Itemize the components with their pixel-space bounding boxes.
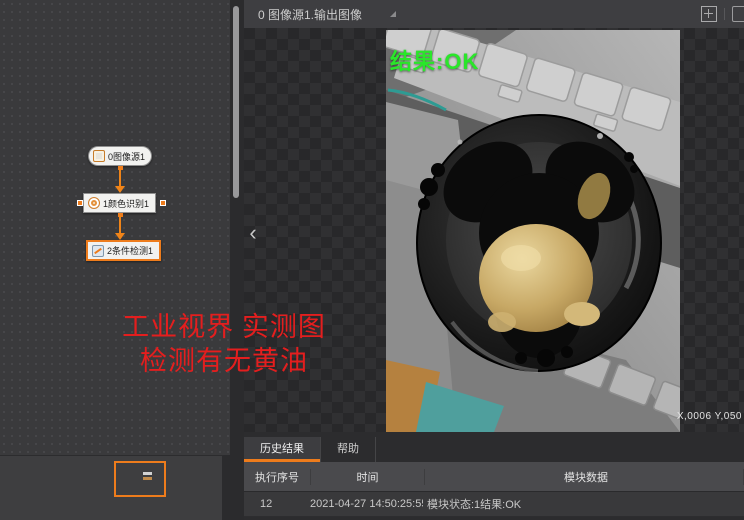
history-table-header: 执行序号 时间 模块数据 — [244, 462, 744, 492]
condition-check-icon — [92, 245, 104, 257]
history-panel: 历史结果 帮助 执行序号 时间 模块数据 12 2021-04-27 14:50… — [244, 432, 744, 520]
flowchart-panel: 0图像源1 1颜色识别1 2条件检测1 — [0, 0, 230, 520]
icon-separator — [724, 8, 725, 20]
tab-help[interactable]: 帮助 — [321, 437, 376, 462]
node-handle[interactable] — [160, 200, 166, 206]
column-header-time: 时间 — [311, 469, 425, 485]
flow-connector-line — [119, 215, 121, 235]
flow-node-label: 0图像源1 — [108, 150, 145, 163]
collapse-panel-chevron-icon[interactable]: ‹ — [244, 216, 262, 250]
image-source-icon — [93, 150, 105, 162]
flow-connector-arrowhead — [115, 186, 125, 193]
minimap-viewport[interactable] — [114, 461, 166, 497]
minimap-nodes-glyph — [143, 477, 152, 480]
inspection-photo — [386, 30, 680, 432]
app-window: 0图像源1 1颜色识别1 2条件检测1 0 图像源1. — [0, 0, 744, 520]
flow-node-color-recognition[interactable]: 1颜色识别1 — [83, 193, 156, 213]
flow-connector-line — [119, 168, 121, 188]
node-handle[interactable] — [77, 200, 83, 206]
cell-time: 2021-04-27 14:50:25:554 — [310, 498, 423, 510]
flow-node-label: 2条件检测1 — [107, 244, 153, 257]
vertical-scrollbar[interactable] — [233, 6, 239, 198]
flowchart-minimap — [0, 455, 230, 520]
viewer-tab-title[interactable]: 0 图像源1.输出图像 — [258, 6, 362, 23]
flow-node-label: 1颜色识别1 — [103, 197, 149, 210]
cell-exec-no: 12 — [244, 498, 310, 510]
column-header-module-data: 模块数据 — [425, 469, 744, 485]
color-recognition-icon — [88, 197, 100, 209]
image-viewer: ‹ 结果:OK X,0006 Y,050 — [244, 28, 744, 432]
history-table: 执行序号 时间 模块数据 12 2021-04-27 14:50:25:554 … — [244, 462, 744, 517]
column-header-exec-no: 执行序号 — [244, 469, 311, 485]
flow-node-image-source[interactable]: 0图像源1 — [88, 146, 152, 166]
result-overlay-text: 结果:OK — [390, 44, 479, 76]
minimap-nodes-glyph — [143, 472, 152, 475]
panel-divider — [230, 0, 244, 520]
cell-module-data: 模块状态:1结果:OK — [423, 496, 744, 512]
flow-connector-arrowhead — [115, 233, 125, 240]
history-table-row[interactable]: 12 2021-04-27 14:50:25:554 模块状态:1结果:OK — [244, 492, 744, 517]
history-tabbar: 历史结果 帮助 — [244, 437, 744, 462]
right-panel: 0 图像源1.输出图像 — [244, 0, 744, 520]
clipped-toolbar-icon[interactable] — [732, 6, 744, 22]
viewer-tabbar: 0 图像源1.输出图像 — [244, 0, 744, 29]
tab-history-results[interactable]: 历史结果 — [244, 437, 321, 462]
cursor-coordinates-label: X,0006 Y,050 — [677, 411, 742, 422]
flow-node-condition-check[interactable]: 2条件检测1 — [86, 240, 161, 261]
dropdown-corner-icon[interactable] — [390, 11, 396, 17]
fit-to-window-icon[interactable] — [701, 6, 717, 22]
